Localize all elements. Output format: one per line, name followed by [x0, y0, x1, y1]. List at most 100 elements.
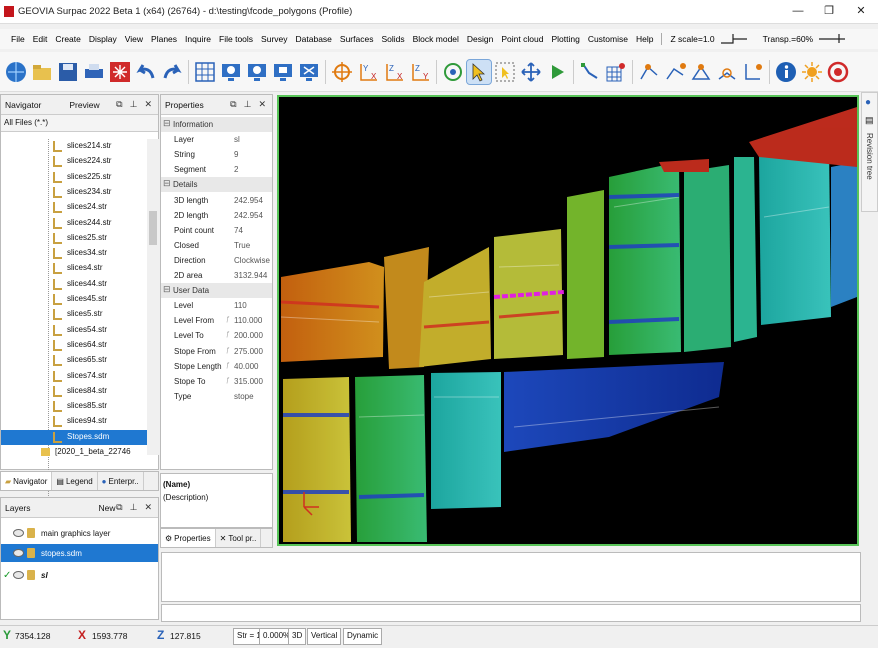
command-line[interactable]	[161, 604, 861, 622]
property-row[interactable]: Layer sl	[161, 132, 272, 147]
property-value[interactable]: 40.000	[234, 362, 258, 371]
property-row[interactable]: Stope From 275.000 ƒ	[161, 344, 272, 359]
property-row[interactable]: Closed True	[161, 238, 272, 253]
vertical-mode-indicator[interactable]: Vertical	[307, 628, 342, 645]
add-point-icon[interactable]	[689, 60, 713, 84]
tab-legend[interactable]: ▤ Legend	[52, 472, 98, 490]
lock-icon[interactable]	[27, 528, 35, 538]
file-tree-item[interactable]: slices234.str	[1, 185, 147, 200]
insert-point-icon[interactable]	[715, 60, 739, 84]
close-panel-icon[interactable]: ✕	[144, 99, 152, 110]
view-zy-icon[interactable]: ZY	[408, 60, 432, 84]
pan-icon[interactable]	[519, 60, 543, 84]
file-tree-item[interactable]: slices225.str	[1, 170, 147, 185]
property-value[interactable]: 74	[234, 226, 243, 235]
grid-icon[interactable]	[193, 60, 217, 84]
visibility-eye-icon[interactable]	[13, 571, 24, 579]
checkmark-icon[interactable]: ✓	[3, 570, 11, 581]
dynamic-mode-indicator[interactable]: Dynamic	[343, 628, 383, 645]
property-row[interactable]: Stope Length 40.000 ƒ	[161, 359, 272, 374]
visibility-eye-icon[interactable]	[13, 549, 24, 557]
transparency-slider-icon[interactable]	[817, 31, 847, 47]
collapse-icon[interactable]: ⊟	[163, 118, 171, 129]
menu-design[interactable]: Design	[463, 34, 497, 44]
select-box-icon[interactable]	[493, 60, 517, 84]
open-folder-icon[interactable]	[30, 60, 54, 84]
layer-row[interactable]: main graphics layer	[1, 524, 158, 542]
revision-list-icon[interactable]: ▤	[865, 115, 874, 126]
property-value[interactable]: sl	[234, 135, 240, 144]
file-tree-item[interactable]: slices224.str	[1, 154, 147, 169]
file-filter[interactable]: All Files (*.*)	[1, 115, 158, 132]
tab-tool-properties[interactable]: ✕ Tool pr..	[216, 529, 262, 547]
property-value[interactable]: 242.954	[234, 196, 263, 205]
file-tree-item[interactable]: slices4.str	[1, 261, 147, 276]
menu-file[interactable]: File	[7, 34, 29, 44]
file-tree-item[interactable]: slices74.str	[1, 369, 147, 384]
menu-plotting[interactable]: Plotting	[547, 34, 583, 44]
file-tree-item[interactable]: slices24.str	[1, 200, 147, 215]
property-value[interactable]: 2	[234, 165, 238, 174]
globe-icon[interactable]	[4, 60, 28, 84]
property-section[interactable]: Information ⊟	[161, 117, 272, 132]
minimize-button[interactable]: —	[787, 3, 809, 19]
property-row[interactable]: Direction Clockwise	[161, 253, 272, 268]
float-icon[interactable]: ⧉	[230, 99, 236, 110]
close-button[interactable]: ✕	[850, 3, 872, 19]
menu-solids[interactable]: Solids	[377, 34, 408, 44]
maximize-button[interactable]: ❐	[818, 3, 840, 19]
file-tree-item[interactable]: slices65.str	[1, 353, 147, 368]
play-icon[interactable]	[545, 60, 569, 84]
zoom-in-icon[interactable]	[219, 60, 243, 84]
property-row[interactable]: Type stope	[161, 389, 272, 404]
menu-display[interactable]: Display	[85, 34, 121, 44]
transparency-readout[interactable]: Transp.=60%	[759, 34, 817, 44]
scroll-thumb[interactable]	[149, 211, 157, 245]
revision-icon[interactable]: ●	[865, 97, 871, 108]
property-value[interactable]: 242.954	[234, 211, 263, 220]
menu-planes[interactable]: Planes	[147, 34, 181, 44]
menu-database[interactable]: Database	[292, 34, 336, 44]
revision-tree-label[interactable]: Revision tree	[865, 133, 874, 180]
close-panel-icon[interactable]: ✕	[258, 99, 266, 110]
file-tree-item[interactable]: slices94.str	[1, 414, 147, 429]
revision-tree-strip[interactable]: ● ▤ Revision tree	[861, 92, 878, 212]
float-icon[interactable]: ⧉	[116, 502, 122, 513]
menu-point-cloud[interactable]: Point cloud	[497, 34, 547, 44]
property-row[interactable]: 3D length 242.954	[161, 193, 272, 208]
layer-row-active[interactable]: ✓ sl	[1, 566, 158, 584]
menu-view[interactable]: View	[121, 34, 147, 44]
zoom-all-icon[interactable]	[297, 60, 321, 84]
file-tree-item[interactable]: slices44.str	[1, 277, 147, 292]
z-scale-readout[interactable]: Z scale=1.0	[666, 34, 718, 44]
lock-icon[interactable]	[27, 548, 35, 558]
file-tree-item-selected[interactable]: Stopes.sdm	[1, 429, 147, 445]
digitise-icon[interactable]	[578, 60, 602, 84]
close-panel-icon[interactable]: ✕	[144, 502, 152, 513]
menu-edit[interactable]: Edit	[29, 34, 52, 44]
file-tree-item[interactable]: slices85.str	[1, 399, 147, 414]
layer-row-selected[interactable]: stopes.sdm	[1, 544, 158, 562]
save-icon[interactable]	[56, 60, 80, 84]
rotate-icon[interactable]	[441, 60, 465, 84]
redo-icon[interactable]	[160, 60, 184, 84]
info-icon[interactable]	[774, 60, 798, 84]
menu-help[interactable]: Help	[632, 34, 657, 44]
collapse-icon[interactable]: ⊟	[163, 284, 171, 295]
new-layer-button[interactable]: New	[99, 503, 116, 513]
property-value[interactable]: 110	[234, 301, 247, 310]
property-value[interactable]: 9	[234, 150, 238, 159]
file-tree-item[interactable]: slices34.str	[1, 246, 147, 261]
property-row[interactable]: Stope To 315.000 ƒ	[161, 374, 272, 389]
file-tree-item[interactable]: slices84.str	[1, 384, 147, 399]
undo-icon[interactable]	[134, 60, 158, 84]
property-row[interactable]: 2D area 3132.944	[161, 268, 272, 283]
view-yx-icon[interactable]: YX	[356, 60, 380, 84]
pin-icon[interactable]: ⊥	[244, 99, 252, 110]
property-row[interactable]: Level 110	[161, 298, 272, 313]
visibility-eye-icon[interactable]	[13, 529, 24, 537]
edit-point-icon[interactable]	[637, 60, 661, 84]
grid-point-icon[interactable]	[604, 60, 628, 84]
lock-icon[interactable]	[27, 570, 35, 580]
property-section[interactable]: User Data ⊟	[161, 283, 272, 299]
